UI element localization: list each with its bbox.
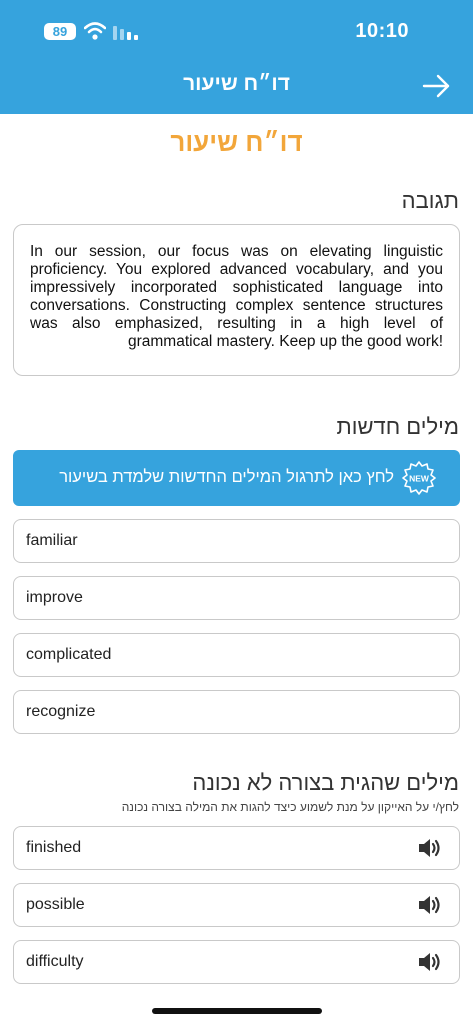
home-indicator bbox=[152, 1008, 322, 1014]
feedback-box: In our session, our focus was on elevati… bbox=[13, 224, 460, 376]
new-badge-text: NEW bbox=[409, 474, 430, 484]
wifi-icon bbox=[84, 22, 106, 40]
practice-new-words-button[interactable]: NEW לחץ כאן לתרגול המילים החדשות שלמדת ב… bbox=[13, 450, 460, 506]
mispronounced-word-item: finished bbox=[13, 826, 460, 870]
speaker-icon[interactable] bbox=[417, 893, 445, 917]
mispronounced-title: מילים שהגית בצורה לא נכונה bbox=[192, 770, 459, 795]
page-title: דו״ח שיעור bbox=[170, 127, 303, 157]
practice-button-label: לחץ כאן לתרגול המילים החדשות שלמדת בשיעו… bbox=[59, 468, 394, 486]
header-title: דו״ח שיעור bbox=[183, 72, 290, 95]
feedback-title: תגובה bbox=[401, 188, 459, 213]
word-text: finished bbox=[26, 839, 82, 856]
new-word-item[interactable]: recognize bbox=[13, 690, 460, 734]
pronunciation-instruction: לחץ/י על האייקון על מנת לשמוע כיצד להגות… bbox=[121, 800, 459, 814]
word-text: recognize bbox=[26, 703, 96, 720]
speaker-icon[interactable] bbox=[417, 836, 445, 860]
word-text: improve bbox=[26, 589, 83, 606]
status-time: 10:10 bbox=[355, 20, 409, 42]
new-word-item[interactable]: improve bbox=[13, 576, 460, 620]
new-badge-icon: NEW bbox=[402, 461, 436, 495]
status-bar: 89 10:10 bbox=[0, 0, 473, 60]
mispronounced-word-item: difficulty bbox=[13, 940, 460, 984]
word-text: difficulty bbox=[26, 953, 84, 970]
word-text: possible bbox=[26, 896, 85, 913]
new-word-item[interactable]: complicated bbox=[13, 633, 460, 677]
arrow-right-icon[interactable] bbox=[421, 73, 451, 99]
cellular-signal-icon bbox=[113, 26, 138, 40]
app-header: 89 10:10 דו״ח שיעור bbox=[0, 0, 473, 114]
word-text: complicated bbox=[26, 646, 112, 663]
new-word-item[interactable]: familiar bbox=[13, 519, 460, 563]
battery-indicator: 89 bbox=[44, 23, 76, 40]
mispronounced-word-item: possible bbox=[13, 883, 460, 927]
feedback-text: In our session, our focus was on elevati… bbox=[30, 243, 443, 350]
new-words-title: מילים חדשות bbox=[336, 414, 459, 439]
word-text: familiar bbox=[26, 532, 78, 549]
speaker-icon[interactable] bbox=[417, 950, 445, 974]
